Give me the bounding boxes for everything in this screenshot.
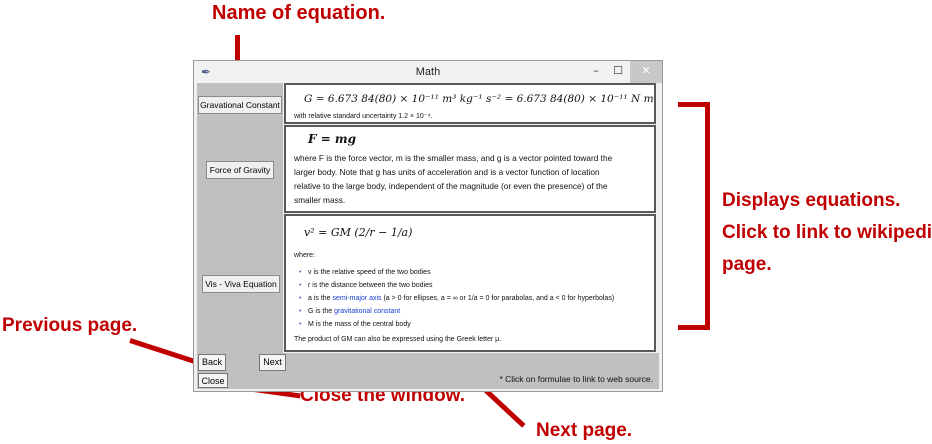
- annotation-previous-page: Previous page.: [2, 315, 138, 336]
- annotation-name-of-equation: Name of equation.: [212, 2, 386, 24]
- description-gravitational-constant: with relative standard uncertainty 1.2 ×…: [294, 113, 433, 120]
- formula-vis-viva[interactable]: v² = GM (2/r − 1/a): [304, 226, 412, 239]
- annotation-bracket-vertical: [705, 102, 710, 330]
- web-source-note: * Click on formulae to link to web sourc…: [499, 374, 653, 384]
- vis-viva-footer: The product of GM can also be expressed …: [294, 336, 502, 343]
- title-bar: ✒ Math – ☐ ✕: [194, 61, 662, 83]
- bullet-text: a is the: [308, 295, 333, 302]
- bullet-text: G is the: [308, 308, 335, 315]
- close-button[interactable]: Close: [198, 373, 228, 388]
- equation-name-force-of-gravity[interactable]: Force of Gravity: [206, 161, 274, 179]
- gravitational-constant-link[interactable]: gravitational constant: [334, 308, 400, 315]
- bullet-text: (a > 0 for ellipses, a = ∞ or 1/a = 0 fo…: [381, 295, 615, 302]
- next-button[interactable]: Next: [259, 354, 286, 371]
- annotation-displays-equations-3: page.: [722, 254, 772, 275]
- description-force-of-gravity-line-2: larger body. Note that g has units of ac…: [294, 167, 600, 177]
- equation-name-sidebar: Gravational Constant Force of Gravity Vi…: [197, 83, 283, 353]
- annotation-bracket-bottom: [678, 325, 710, 330]
- equation-name-vis-viva[interactable]: Vis - Viva Equation: [202, 275, 280, 293]
- list-item: a is the semi-major axis (a > 0 for elli…: [299, 292, 654, 305]
- description-force-of-gravity-line-3: relative to the large body, independent …: [294, 181, 608, 191]
- minimize-button[interactable]: –: [584, 61, 608, 83]
- vis-viva-variable-list: v is the relative speed of the two bodie…: [292, 266, 654, 331]
- description-force-of-gravity-line-1: where F is the force vector, m is the sm…: [294, 153, 613, 163]
- list-item: r is the distance between the two bodies: [299, 279, 654, 292]
- annotation-displays-equations-1: Displays equations.: [722, 190, 901, 211]
- annotation-displays-equations-2: Click to link to wikipedia: [722, 222, 932, 243]
- bullet-text: v is the relative speed of the two bodie…: [308, 269, 431, 276]
- close-window-button[interactable]: ✕: [630, 61, 662, 83]
- equation-name-gravitational-constant[interactable]: Gravational Constant: [198, 96, 282, 114]
- maximize-button[interactable]: ☐: [606, 61, 630, 83]
- equation-panel-gravitational-constant[interactable]: G = 6.673 84(80) × 10⁻¹¹ m³ kg⁻¹ s⁻² = 6…: [284, 83, 656, 124]
- list-item: G is the gravitational constant: [299, 305, 654, 318]
- equation-panel-vis-viva[interactable]: v² = GM (2/r − 1/a) where: v is the rela…: [284, 214, 656, 352]
- math-window: ✒ Math – ☐ ✕ Gravational Constant Force …: [193, 60, 663, 392]
- semi-major-axis-link[interactable]: semi-major axis: [333, 295, 382, 302]
- formula-force-of-gravity[interactable]: F = mg: [308, 132, 356, 146]
- vis-viva-where: where:: [294, 252, 316, 259]
- bottom-bar: Back Next Close * Click on formulae to l…: [197, 353, 659, 389]
- list-item: v is the relative speed of the two bodie…: [299, 266, 654, 279]
- equation-panel-force-of-gravity[interactable]: F = mg where F is the force vector, m is…: [284, 125, 656, 213]
- annotation-next-page: Next page.: [536, 420, 633, 441]
- description-force-of-gravity-line-4: smaller mass.: [294, 195, 346, 205]
- back-button[interactable]: Back: [198, 354, 226, 371]
- bullet-text: M is the mass of the central body: [308, 321, 411, 328]
- formula-gravitational-constant[interactable]: G = 6.673 84(80) × 10⁻¹¹ m³ kg⁻¹ s⁻² = 6…: [304, 93, 654, 105]
- list-item: M is the mass of the central body: [299, 318, 654, 331]
- bullet-text: r is the distance between the two bodies: [308, 282, 433, 289]
- annotation-arrow-previous: [129, 338, 203, 367]
